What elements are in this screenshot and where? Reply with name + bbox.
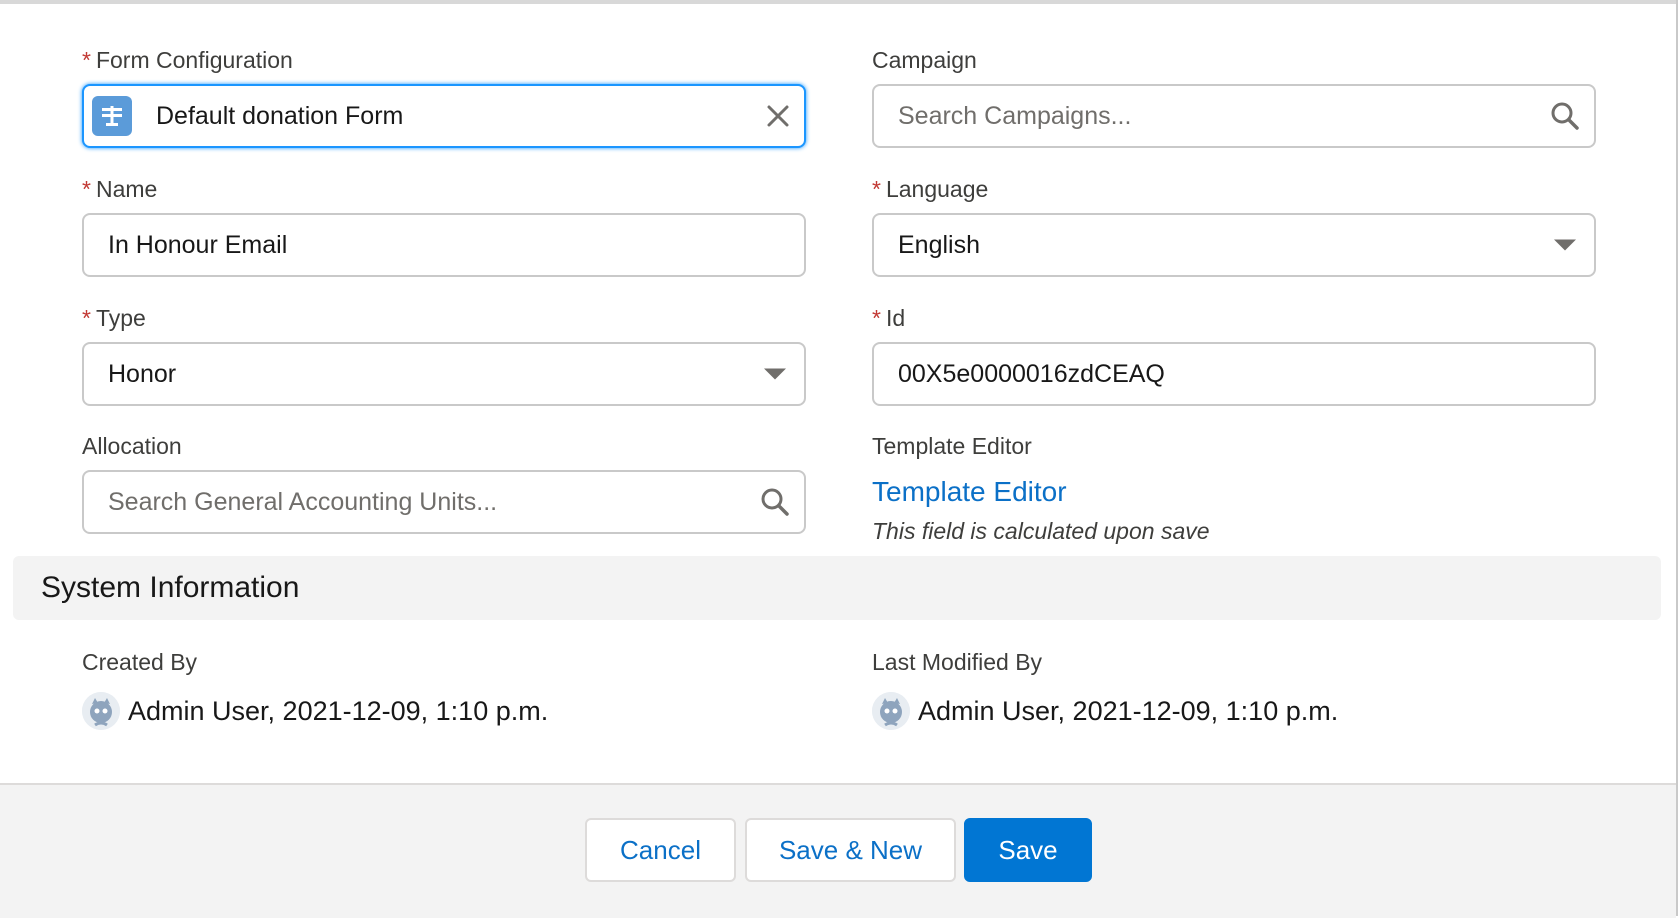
type-field: * Type bbox=[82, 304, 146, 332]
campaign-field: Campaign bbox=[872, 46, 977, 74]
language-label-text: Language bbox=[885, 176, 989, 202]
name-label-text: Name bbox=[95, 176, 158, 202]
required-marker: * bbox=[82, 176, 91, 202]
created-by-field: Created By Admin User, 2021-12-09, 1:10 … bbox=[82, 648, 548, 730]
campaign-placeholder: Search Campaigns... bbox=[898, 101, 1132, 130]
name-value: In Honour Email bbox=[108, 230, 288, 259]
type-select[interactable]: Honor bbox=[82, 342, 806, 406]
cancel-button[interactable]: Cancel bbox=[585, 818, 736, 882]
chevron-down-icon[interactable] bbox=[764, 368, 786, 380]
name-field: * Name bbox=[82, 175, 157, 203]
template-editor-field: Template Editor Template Editor This fie… bbox=[872, 432, 1210, 545]
last-modified-by-field: Last Modified By Admin User, 2021-12-09,… bbox=[872, 648, 1338, 730]
save-button[interactable]: Save bbox=[964, 818, 1092, 882]
last-modified-by-value: Admin User, 2021-12-09, 1:10 p.m. bbox=[872, 692, 1338, 730]
campaign-label: Campaign bbox=[872, 47, 977, 73]
search-icon[interactable] bbox=[760, 487, 790, 517]
form-configuration-label-text: Form Configuration bbox=[95, 47, 293, 73]
form-configuration-value: Default donation Form bbox=[156, 101, 404, 130]
form-configuration-lookup[interactable]: Default donation Form bbox=[82, 84, 806, 148]
id-label: * Id bbox=[872, 304, 905, 332]
modal-footer: Cancel Save & New Save bbox=[0, 783, 1676, 918]
system-information-title: System Information bbox=[41, 571, 300, 604]
top-border bbox=[0, 0, 1678, 4]
id-value: 00X5e0000016zdCEAQ bbox=[898, 359, 1165, 388]
allocation-placeholder: Search General Accounting Units... bbox=[108, 487, 498, 516]
name-label: * Name bbox=[82, 175, 157, 203]
language-label: * Language bbox=[872, 175, 988, 203]
close-icon[interactable] bbox=[766, 104, 790, 128]
search-icon[interactable] bbox=[1550, 101, 1580, 131]
allocation-search-input[interactable]: Search General Accounting Units... bbox=[82, 470, 806, 534]
required-marker: * bbox=[872, 176, 881, 202]
language-field: * Language bbox=[872, 175, 988, 203]
created-by-label: Created By bbox=[82, 649, 198, 675]
id-field: * Id bbox=[872, 304, 905, 332]
template-editor-label: Template Editor bbox=[872, 433, 1032, 459]
language-value: English bbox=[898, 230, 980, 259]
created-by-text: Admin User, 2021-12-09, 1:10 p.m. bbox=[128, 695, 549, 726]
user-avatar-icon[interactable] bbox=[872, 692, 910, 730]
user-avatar-icon[interactable] bbox=[82, 692, 120, 730]
created-by-value: Admin User, 2021-12-09, 1:10 p.m. bbox=[82, 692, 548, 730]
required-marker: * bbox=[82, 47, 91, 73]
name-input[interactable]: In Honour Email bbox=[82, 213, 806, 277]
campaign-search-input[interactable]: Search Campaigns... bbox=[872, 84, 1596, 148]
form-record-icon bbox=[92, 96, 132, 136]
allocation-label: Allocation bbox=[82, 433, 182, 459]
chevron-down-icon[interactable] bbox=[1554, 239, 1576, 251]
required-marker: * bbox=[82, 305, 91, 331]
template-editor-link[interactable]: Template Editor bbox=[872, 476, 1210, 508]
type-label-text: Type bbox=[95, 305, 146, 331]
language-select[interactable]: English bbox=[872, 213, 1596, 277]
last-modified-by-label: Last Modified By bbox=[872, 649, 1043, 675]
required-marker: * bbox=[872, 305, 881, 331]
id-label-text: Id bbox=[885, 305, 906, 331]
save-and-new-button[interactable]: Save & New bbox=[745, 818, 956, 882]
template-editor-help-text: This field is calculated upon save bbox=[872, 518, 1210, 544]
form-configuration-label: * Form Configuration bbox=[82, 46, 293, 74]
allocation-field: Allocation bbox=[82, 432, 182, 460]
form-configuration-field: * Form Configuration bbox=[82, 46, 293, 74]
type-value: Honor bbox=[108, 359, 177, 388]
id-input[interactable]: 00X5e0000016zdCEAQ bbox=[872, 342, 1596, 406]
system-information-header[interactable]: System Information bbox=[13, 556, 1661, 620]
last-modified-by-text: Admin User, 2021-12-09, 1:10 p.m. bbox=[918, 695, 1339, 726]
type-label: * Type bbox=[82, 304, 146, 332]
